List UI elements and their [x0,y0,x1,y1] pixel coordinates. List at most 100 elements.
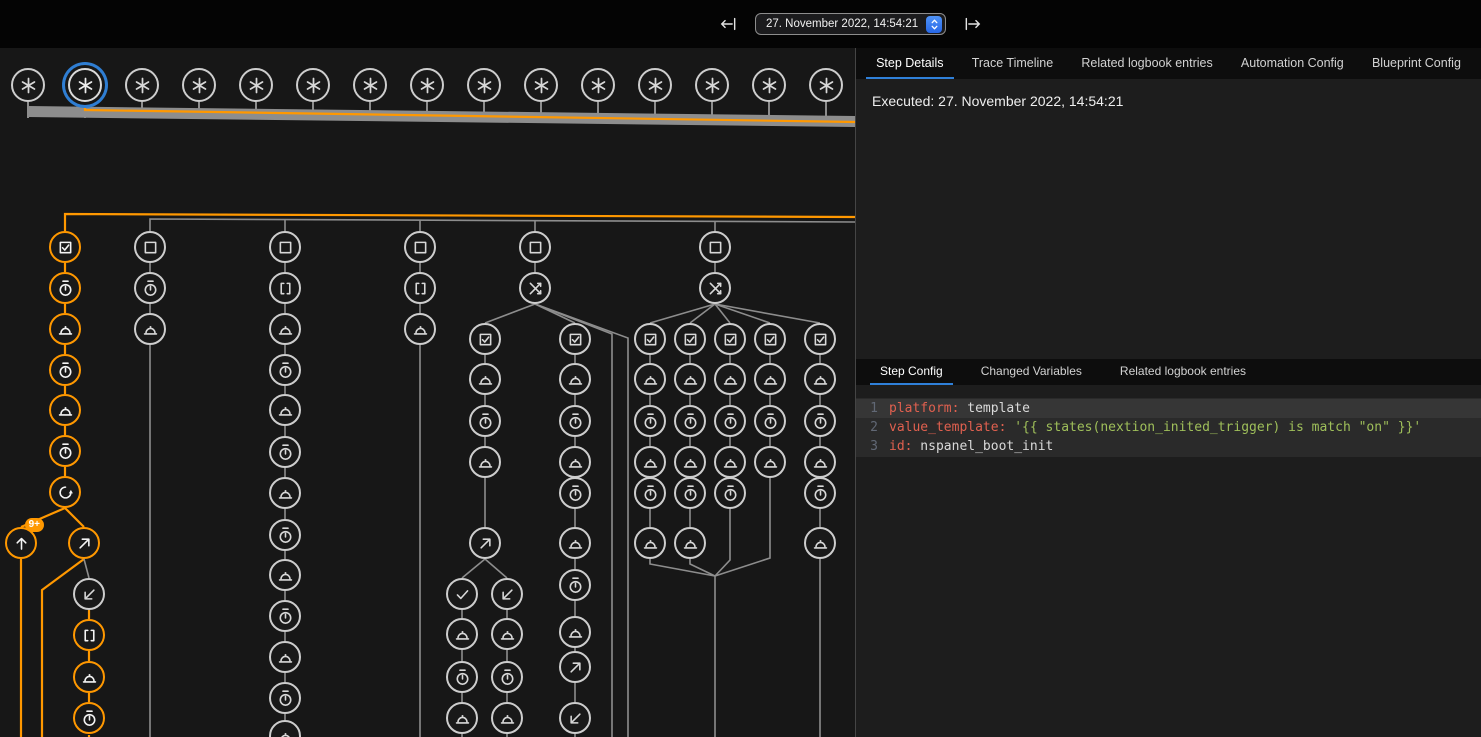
trace-node-repeat-icon[interactable] [49,476,81,508]
trace-node-service-icon[interactable] [754,446,786,478]
trace-node-arrow-sw-icon[interactable] [559,702,591,734]
trace-node-timer-icon[interactable] [49,272,81,304]
yaml-editor[interactable]: 1platform: template2value_template: '{{ … [856,398,1481,457]
trace-node-asterisk-icon[interactable] [68,68,102,102]
trace-node-asterisk-icon[interactable] [809,68,843,102]
tab-blueprint-config[interactable]: Blueprint Config [1362,48,1471,79]
trace-node-square-icon[interactable] [519,231,551,263]
trace-node-arrow-ne-icon[interactable] [68,527,100,559]
tab-trace-timeline[interactable]: Trace Timeline [962,48,1064,79]
previous-run-button[interactable] [716,12,740,36]
trace-node-checkbox-icon[interactable] [559,323,591,355]
trace-node-timer-icon[interactable] [714,405,746,437]
trace-node-shuffle-icon[interactable] [519,272,551,304]
trace-node-service-icon[interactable] [269,720,301,737]
trace-node-timer-icon[interactable] [674,477,706,509]
trace-node-service-icon[interactable] [804,363,836,395]
trace-node-service-icon[interactable] [491,618,523,650]
trace-node-asterisk-icon[interactable] [638,68,672,102]
run-select[interactable]: 27. November 2022, 14:54:21 [755,13,946,35]
trace-node-asterisk-icon[interactable] [581,68,615,102]
trace-node-asterisk-icon[interactable] [239,68,273,102]
trace-node-timer-icon[interactable] [559,405,591,437]
trace-node-service-icon[interactable] [804,527,836,559]
trace-node-square-icon[interactable] [134,231,166,263]
trace-node-asterisk-icon[interactable] [467,68,501,102]
trace-node-service-icon[interactable] [49,394,81,426]
trace-node-service-icon[interactable] [73,661,105,693]
trace-node-timer-icon[interactable] [269,600,301,632]
trace-node-timer-icon[interactable] [674,405,706,437]
trace-node-service-icon[interactable] [134,313,166,345]
subtab-changed-variables[interactable]: Changed Variables [971,359,1092,385]
trace-node-asterisk-icon[interactable] [695,68,729,102]
trace-node-checkbox-icon[interactable] [804,323,836,355]
trace-node-service-icon[interactable] [446,618,478,650]
trace-node-service-icon[interactable] [491,702,523,734]
trace-node-brackets-icon[interactable] [73,619,105,651]
trace-node-service-icon[interactable] [469,363,501,395]
trace-node-timer-icon[interactable] [49,354,81,386]
trace-node-timer-icon[interactable] [754,405,786,437]
trace-node-timer-icon[interactable] [634,477,666,509]
trace-node-square-icon[interactable] [699,231,731,263]
trace-node-timer-icon[interactable] [634,405,666,437]
trace-node-service-icon[interactable] [559,527,591,559]
trace-node-asterisk-icon[interactable] [752,68,786,102]
trace-node-asterisk-icon[interactable] [353,68,387,102]
tab-step-details[interactable]: Step Details [866,48,953,79]
trace-node-checkbox-icon[interactable] [674,323,706,355]
trace-node-service-icon[interactable] [559,363,591,395]
trace-node-service-icon[interactable] [674,446,706,478]
trace-node-arrow-up-icon[interactable]: 9+ [5,527,37,559]
trace-node-asterisk-icon[interactable] [11,68,45,102]
trace-node-timer-icon[interactable] [491,661,523,693]
trace-node-service-icon[interactable] [674,363,706,395]
trace-node-asterisk-icon[interactable] [182,68,216,102]
trace-node-service-icon[interactable] [269,477,301,509]
trace-node-timer-icon[interactable] [714,477,746,509]
trace-node-service-icon[interactable] [714,446,746,478]
trace-node-timer-icon[interactable] [446,661,478,693]
trace-node-service-icon[interactable] [559,446,591,478]
trace-node-checkbox-icon[interactable] [634,323,666,355]
trace-node-service-icon[interactable] [559,616,591,648]
trace-node-service-icon[interactable] [404,313,436,345]
trace-node-service-icon[interactable] [269,394,301,426]
trace-node-asterisk-icon[interactable] [125,68,159,102]
trace-node-brackets-icon[interactable] [269,272,301,304]
trace-node-timer-icon[interactable] [469,405,501,437]
next-run-button[interactable] [961,12,985,36]
trace-node-service-icon[interactable] [634,363,666,395]
trace-node-asterisk-icon[interactable] [524,68,558,102]
trace-node-timer-icon[interactable] [49,435,81,467]
subtab-step-config[interactable]: Step Config [870,359,953,385]
tab-automation-config[interactable]: Automation Config [1231,48,1354,79]
trace-node-checkbox-icon[interactable] [469,323,501,355]
trace-node-service-icon[interactable] [446,702,478,734]
trace-node-arrow-ne-icon[interactable] [469,527,501,559]
trace-node-checkbox-icon[interactable] [714,323,746,355]
trace-node-checkbox-icon[interactable] [49,231,81,263]
trace-node-arrow-sw-icon[interactable] [491,578,523,610]
trace-node-service-icon[interactable] [714,363,746,395]
trace-node-shuffle-icon[interactable] [699,272,731,304]
trace-node-timer-icon[interactable] [559,569,591,601]
trace-node-check-icon[interactable] [446,578,478,610]
trace-node-asterisk-icon[interactable] [296,68,330,102]
trace-node-timer-icon[interactable] [804,477,836,509]
trace-node-checkbox-icon[interactable] [754,323,786,355]
trace-node-timer-icon[interactable] [73,702,105,734]
trace-node-timer-icon[interactable] [269,354,301,386]
trace-node-square-icon[interactable] [269,231,301,263]
tab-related-logbook-entries[interactable]: Related logbook entries [1071,48,1222,79]
subtab-related-logbook-entries[interactable]: Related logbook entries [1110,359,1256,385]
trace-node-timer-icon[interactable] [269,682,301,714]
trace-node-service-icon[interactable] [469,446,501,478]
trace-node-brackets-icon[interactable] [404,272,436,304]
trace-node-arrow-ne-icon[interactable] [559,651,591,683]
trace-node-service-icon[interactable] [634,527,666,559]
trace-node-service-icon[interactable] [634,446,666,478]
trace-node-service-icon[interactable] [269,313,301,345]
trace-node-service-icon[interactable] [674,527,706,559]
